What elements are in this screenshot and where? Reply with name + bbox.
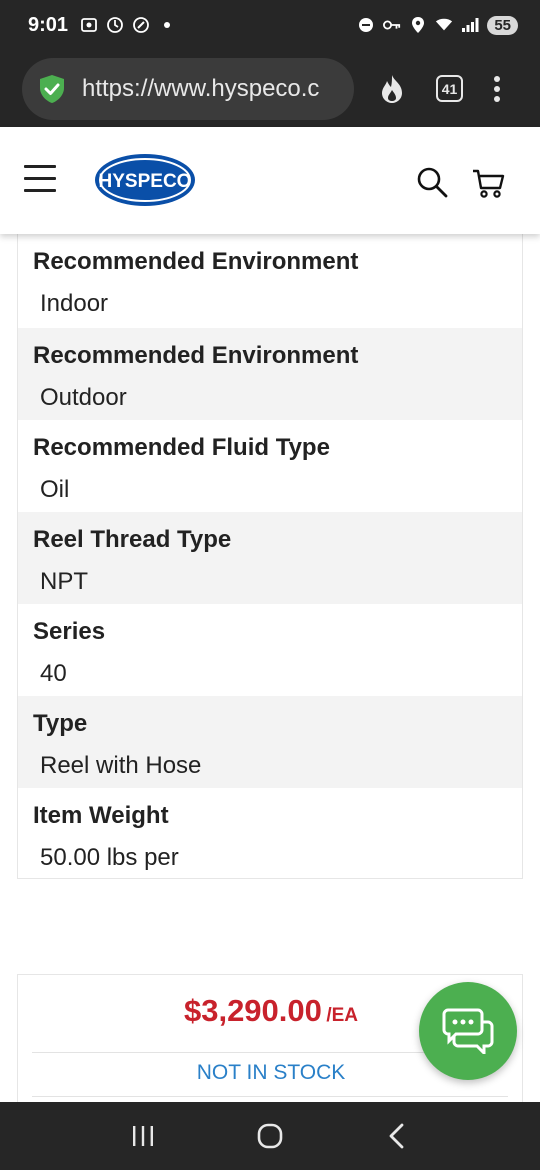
- chat-button[interactable]: [419, 982, 517, 1080]
- product-price: $3,290.00: [183, 993, 322, 1028]
- search-icon[interactable]: [416, 166, 448, 198]
- spec-value: Outdoor: [40, 384, 127, 411]
- spec-label: Series: [33, 618, 106, 645]
- spec-label: Recommended Environment: [33, 342, 359, 369]
- spec-value: Reel with Hose: [40, 752, 202, 779]
- spec-value: NPT: [40, 568, 88, 595]
- signal-icon: [461, 16, 479, 34]
- browser-actions: 41: [378, 74, 501, 104]
- chat-bubbles-icon: [442, 1008, 494, 1054]
- spec-row: Recommended Fluid Type Oil: [18, 420, 522, 512]
- spec-value: Oil: [40, 476, 70, 503]
- specifications-table: Recommended Environment Indoor Recommend…: [17, 234, 523, 879]
- menu-icon[interactable]: [24, 165, 56, 193]
- divider: [32, 1096, 508, 1097]
- secure-shield-icon: [40, 74, 64, 103]
- back-icon[interactable]: [377, 1116, 417, 1156]
- browser-toolbar: https://www.hyspeco.c 41: [0, 50, 540, 127]
- more-options-icon[interactable]: [493, 75, 501, 103]
- logo-text: HYSPECO: [99, 171, 192, 192]
- sync-icon: [106, 16, 124, 34]
- status-right-icons: 55: [357, 15, 518, 35]
- flame-icon[interactable]: [378, 74, 406, 104]
- spec-value: 40: [40, 660, 67, 687]
- spec-label: Reel Thread Type: [33, 526, 232, 553]
- status-left-icons: [80, 16, 176, 34]
- spec-row: Item Weight 50.00 lbs per: [18, 788, 522, 878]
- tab-switcher-button[interactable]: 41: [436, 75, 463, 102]
- spec-row: Type Reel with Hose: [18, 696, 522, 788]
- spec-row: Recommended Environment Outdoor: [18, 328, 522, 420]
- hyspeco-logo[interactable]: HYSPECO: [91, 151, 199, 209]
- status-bar: 9:01 55: [0, 0, 540, 50]
- notification-dot-icon: [158, 16, 176, 34]
- location-icon: [409, 16, 427, 34]
- address-bar[interactable]: https://www.hyspeco.c: [22, 57, 354, 120]
- url-text[interactable]: https://www.hyspeco.c: [82, 75, 344, 103]
- site-header: HYSPECO: [0, 127, 540, 234]
- speed-icon: [132, 16, 150, 34]
- spec-row: Reel Thread Type NPT: [18, 512, 522, 604]
- do-not-disturb-icon: [357, 16, 375, 34]
- wifi-icon: [435, 16, 453, 34]
- home-icon[interactable]: [250, 1116, 290, 1156]
- spec-row: Series 40: [18, 604, 522, 696]
- spec-label: Type: [33, 710, 88, 737]
- spec-label: Recommended Environment: [33, 248, 359, 275]
- spec-value: 50.00 lbs per: [40, 844, 179, 871]
- price-unit: /EA: [326, 1005, 359, 1026]
- spec-label: Item Weight: [33, 802, 169, 829]
- battery-indicator: 55: [487, 15, 518, 35]
- system-nav-bar: [0, 1102, 540, 1170]
- spec-label: Recommended Fluid Type: [33, 434, 330, 461]
- cart-icon[interactable]: [472, 167, 506, 199]
- spec-row: Recommended Environment Indoor: [18, 234, 522, 328]
- screenshot-icon: [80, 16, 98, 34]
- spec-value: Indoor: [40, 290, 109, 317]
- key-icon: [383, 16, 401, 34]
- recent-apps-icon[interactable]: [123, 1116, 163, 1156]
- status-time: 9:01: [28, 13, 69, 36]
